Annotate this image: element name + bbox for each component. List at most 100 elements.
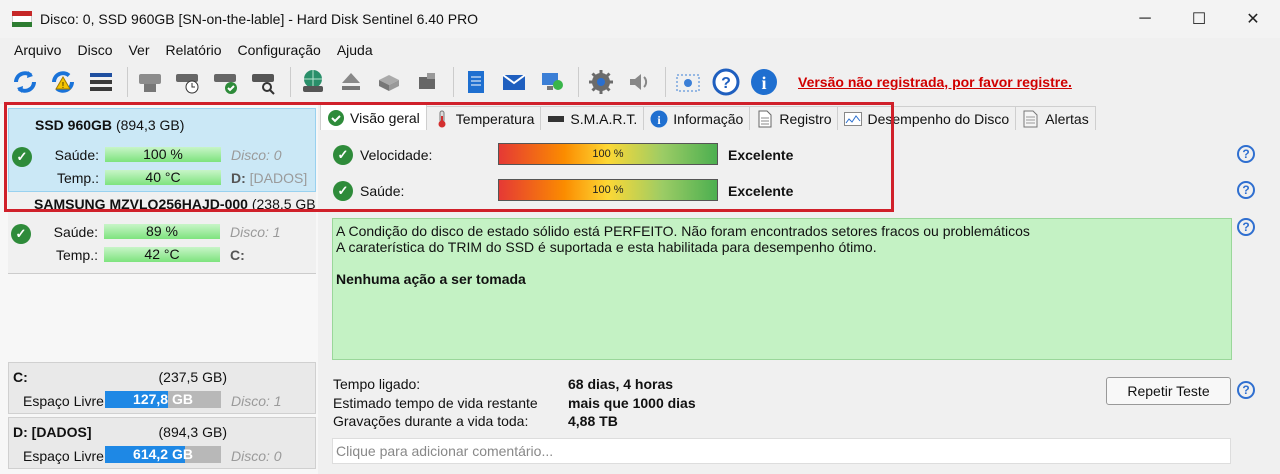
tab-overview[interactable]: Visão geral <box>320 104 427 130</box>
lifetime-writes-value: 4,88 TB <box>568 413 618 429</box>
disk-name: SSD 960GB <box>35 117 113 133</box>
disk-stack-icon[interactable] <box>372 65 406 99</box>
chip-icon <box>547 110 565 128</box>
check-icon <box>327 109 345 127</box>
window-title: Disco: 0, SSD 960GB [SN-on-the-lable] - … <box>40 11 479 27</box>
menu-arquivo[interactable]: Arquivo <box>8 42 67 58</box>
disk-icon[interactable] <box>133 65 167 99</box>
disk-ref: Disco: 0 <box>231 147 282 163</box>
partition-info: C: <box>230 247 245 263</box>
disk-ref: Disco: 0 <box>231 448 282 464</box>
email-icon[interactable] <box>497 65 531 99</box>
tab-label: Alertas <box>1045 110 1089 127</box>
svg-text:?: ? <box>721 75 731 92</box>
status-message-box: A Condição do disco de estado sólido est… <box>332 218 1232 360</box>
tab-bar: Visão geral Temperatura S.M.A.R.T. i Inf… <box>320 104 1096 130</box>
temp-value: 42 °C <box>104 247 220 262</box>
settings-icon[interactable] <box>584 65 618 99</box>
usb-drive-icon[interactable] <box>410 65 444 99</box>
status-line-2: A caraterística do TRIM do SSD é suporta… <box>336 239 877 255</box>
power-on-label: Tempo ligado: <box>333 376 421 392</box>
check-icon: ✓ <box>11 224 31 244</box>
tab-temperature[interactable]: Temperatura <box>425 106 542 130</box>
check-icon: ✓ <box>12 147 32 167</box>
title-bar: Disco: 0, SSD 960GB [SN-on-the-lable] - … <box>0 0 1280 38</box>
tab-performance[interactable]: Desempenho do Disco <box>837 106 1017 130</box>
partition-info: D: [DADOS] <box>231 170 307 186</box>
volume-size: (894,3 GB) <box>158 424 227 440</box>
tab-smart[interactable]: S.M.A.R.T. <box>540 106 645 130</box>
disk-list-icon[interactable] <box>84 65 118 99</box>
health-bar: 100 % <box>498 179 718 201</box>
tab-label: Registro <box>779 110 832 127</box>
about-info-icon[interactable]: i <box>747 65 781 99</box>
free-space-bar: 127,8 GB <box>105 391 221 408</box>
info-icon: i <box>650 110 668 128</box>
close-button[interactable]: ✕ <box>1226 0 1280 38</box>
menu-ajuda[interactable]: Ajuda <box>331 42 379 58</box>
speed-bar: 100 % <box>498 143 718 165</box>
tab-label: Informação <box>673 110 744 127</box>
temp-label: Temp.: <box>56 170 99 186</box>
monitor-icon[interactable] <box>535 65 569 99</box>
menu-ver[interactable]: Ver <box>122 42 155 58</box>
disk-size: (238,5 GB <box>251 196 316 212</box>
speed-label: Velocidade: <box>360 147 433 163</box>
screenshot-icon[interactable] <box>671 65 705 99</box>
check-icon: ✓ <box>333 145 353 165</box>
help-icon[interactable]: ? <box>1237 181 1255 199</box>
tab-label: Temperatura <box>455 110 535 127</box>
sound-icon[interactable] <box>622 65 656 99</box>
health-value: 89 % <box>104 224 220 239</box>
tab-alerts[interactable]: Alertas <box>1015 106 1096 130</box>
alerts-icon <box>1022 110 1040 128</box>
disk-card-ssd[interactable]: SSD 960GB (894,3 GB) ✓ Saúde: 100 % Disc… <box>8 108 316 192</box>
volume-card-d[interactable]: D: [DADOS] (894,3 GB) Espaço Livre 614,2… <box>8 417 316 469</box>
menu-configuracao[interactable]: Configuração <box>232 42 327 58</box>
tab-label: Desempenho do Disco <box>867 110 1010 127</box>
disk-check-icon[interactable] <box>209 65 243 99</box>
menu-disco[interactable]: Disco <box>71 42 118 58</box>
repeat-test-button[interactable]: Repetir Teste <box>1106 377 1231 405</box>
speed-status: Excelente <box>728 147 794 163</box>
help-icon[interactable]: ? <box>1237 218 1255 236</box>
report-icon[interactable] <box>459 65 493 99</box>
tab-log[interactable]: Registro <box>749 106 839 130</box>
help-icon[interactable]: ? <box>709 65 743 99</box>
comment-field[interactable]: Clique para adicionar comentário... <box>332 438 1231 464</box>
health-label: Saúde: <box>360 183 405 199</box>
free-space-value: 614,2 GB <box>133 446 193 462</box>
disk-search-icon[interactable] <box>247 65 281 99</box>
partition-letter: C: <box>230 247 245 263</box>
tab-information[interactable]: i Informação <box>643 106 751 130</box>
disk-title: SAMSUNG MZVLQ256HAJD-000 (238,5 GB <box>34 196 316 212</box>
disk-name: SAMSUNG MZVLQ256HAJD-000 <box>34 196 248 212</box>
volume-name: C: <box>13 369 28 385</box>
refresh-icon[interactable] <box>8 65 42 99</box>
disk-card-samsung[interactable]: SAMSUNG MZVLQ256HAJD-000 (238,5 GB ✓ Saú… <box>8 192 316 274</box>
eject-icon[interactable] <box>334 65 368 99</box>
health-status: Excelente <box>728 183 794 199</box>
temp-value: 40 °C <box>105 170 221 185</box>
help-icon[interactable]: ? <box>1237 145 1255 163</box>
disk-ref: Disco: 1 <box>230 224 281 240</box>
disk-schedule-icon[interactable] <box>171 65 205 99</box>
help-icon[interactable]: ? <box>1237 381 1255 399</box>
disk-title: SSD 960GB (894,3 GB) <box>35 117 184 133</box>
app-logo-icon <box>12 11 32 27</box>
volume-size: (237,5 GB) <box>158 369 227 385</box>
health-label: Saúde: <box>54 147 99 163</box>
remaining-life-value: mais que 1000 dias <box>568 395 696 411</box>
status-line-1: A Condição do disco de estado sólido est… <box>336 223 1030 239</box>
network-disk-icon[interactable] <box>296 65 330 99</box>
minimize-button[interactable]: ─ <box>1118 0 1172 38</box>
refresh-warning-icon[interactable]: ! <box>46 65 80 99</box>
volume-card-c[interactable]: C: (237,5 GB) Espaço Livre 127,8 GB Disc… <box>8 362 316 414</box>
maximize-button[interactable]: ☐ <box>1172 0 1226 38</box>
check-icon: ✓ <box>333 181 353 201</box>
status-action: Nenhuma ação a ser tomada <box>336 271 526 287</box>
registration-warning-link[interactable]: Versão não registrada, por favor registr… <box>798 74 1072 90</box>
free-space-label: Espaço Livre <box>23 448 104 464</box>
toolbar: ! ? i <box>0 62 1280 102</box>
menu-relatorio[interactable]: Relatório <box>160 42 228 58</box>
